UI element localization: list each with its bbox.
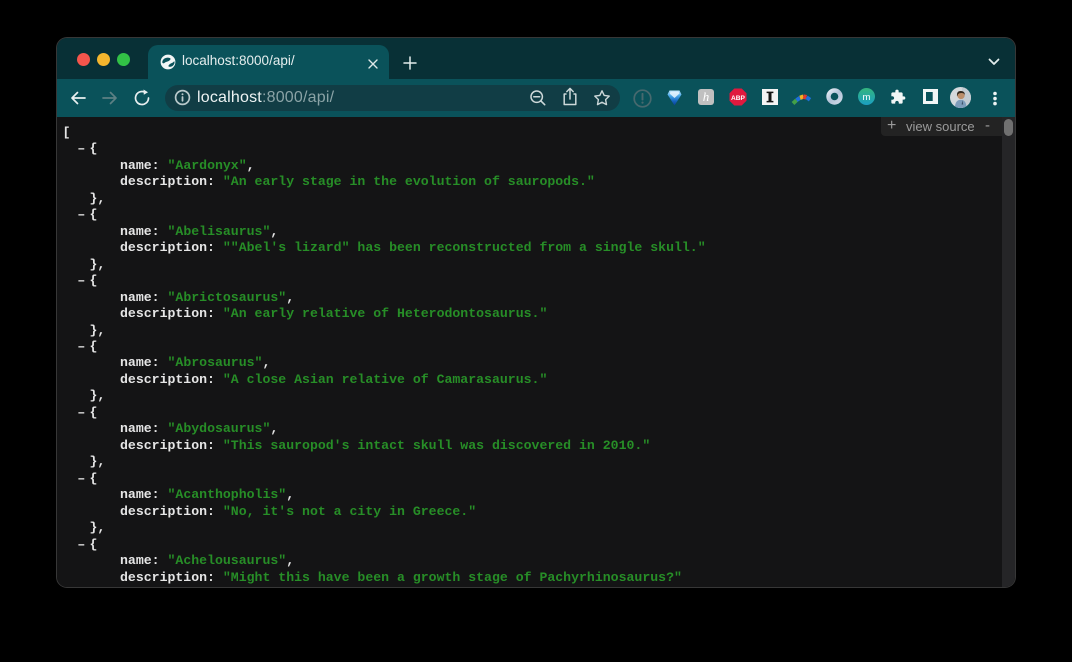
svg-text:h: h [703,89,710,104]
svg-text:ABP: ABP [731,95,746,102]
svg-text:m: m [863,92,871,103]
